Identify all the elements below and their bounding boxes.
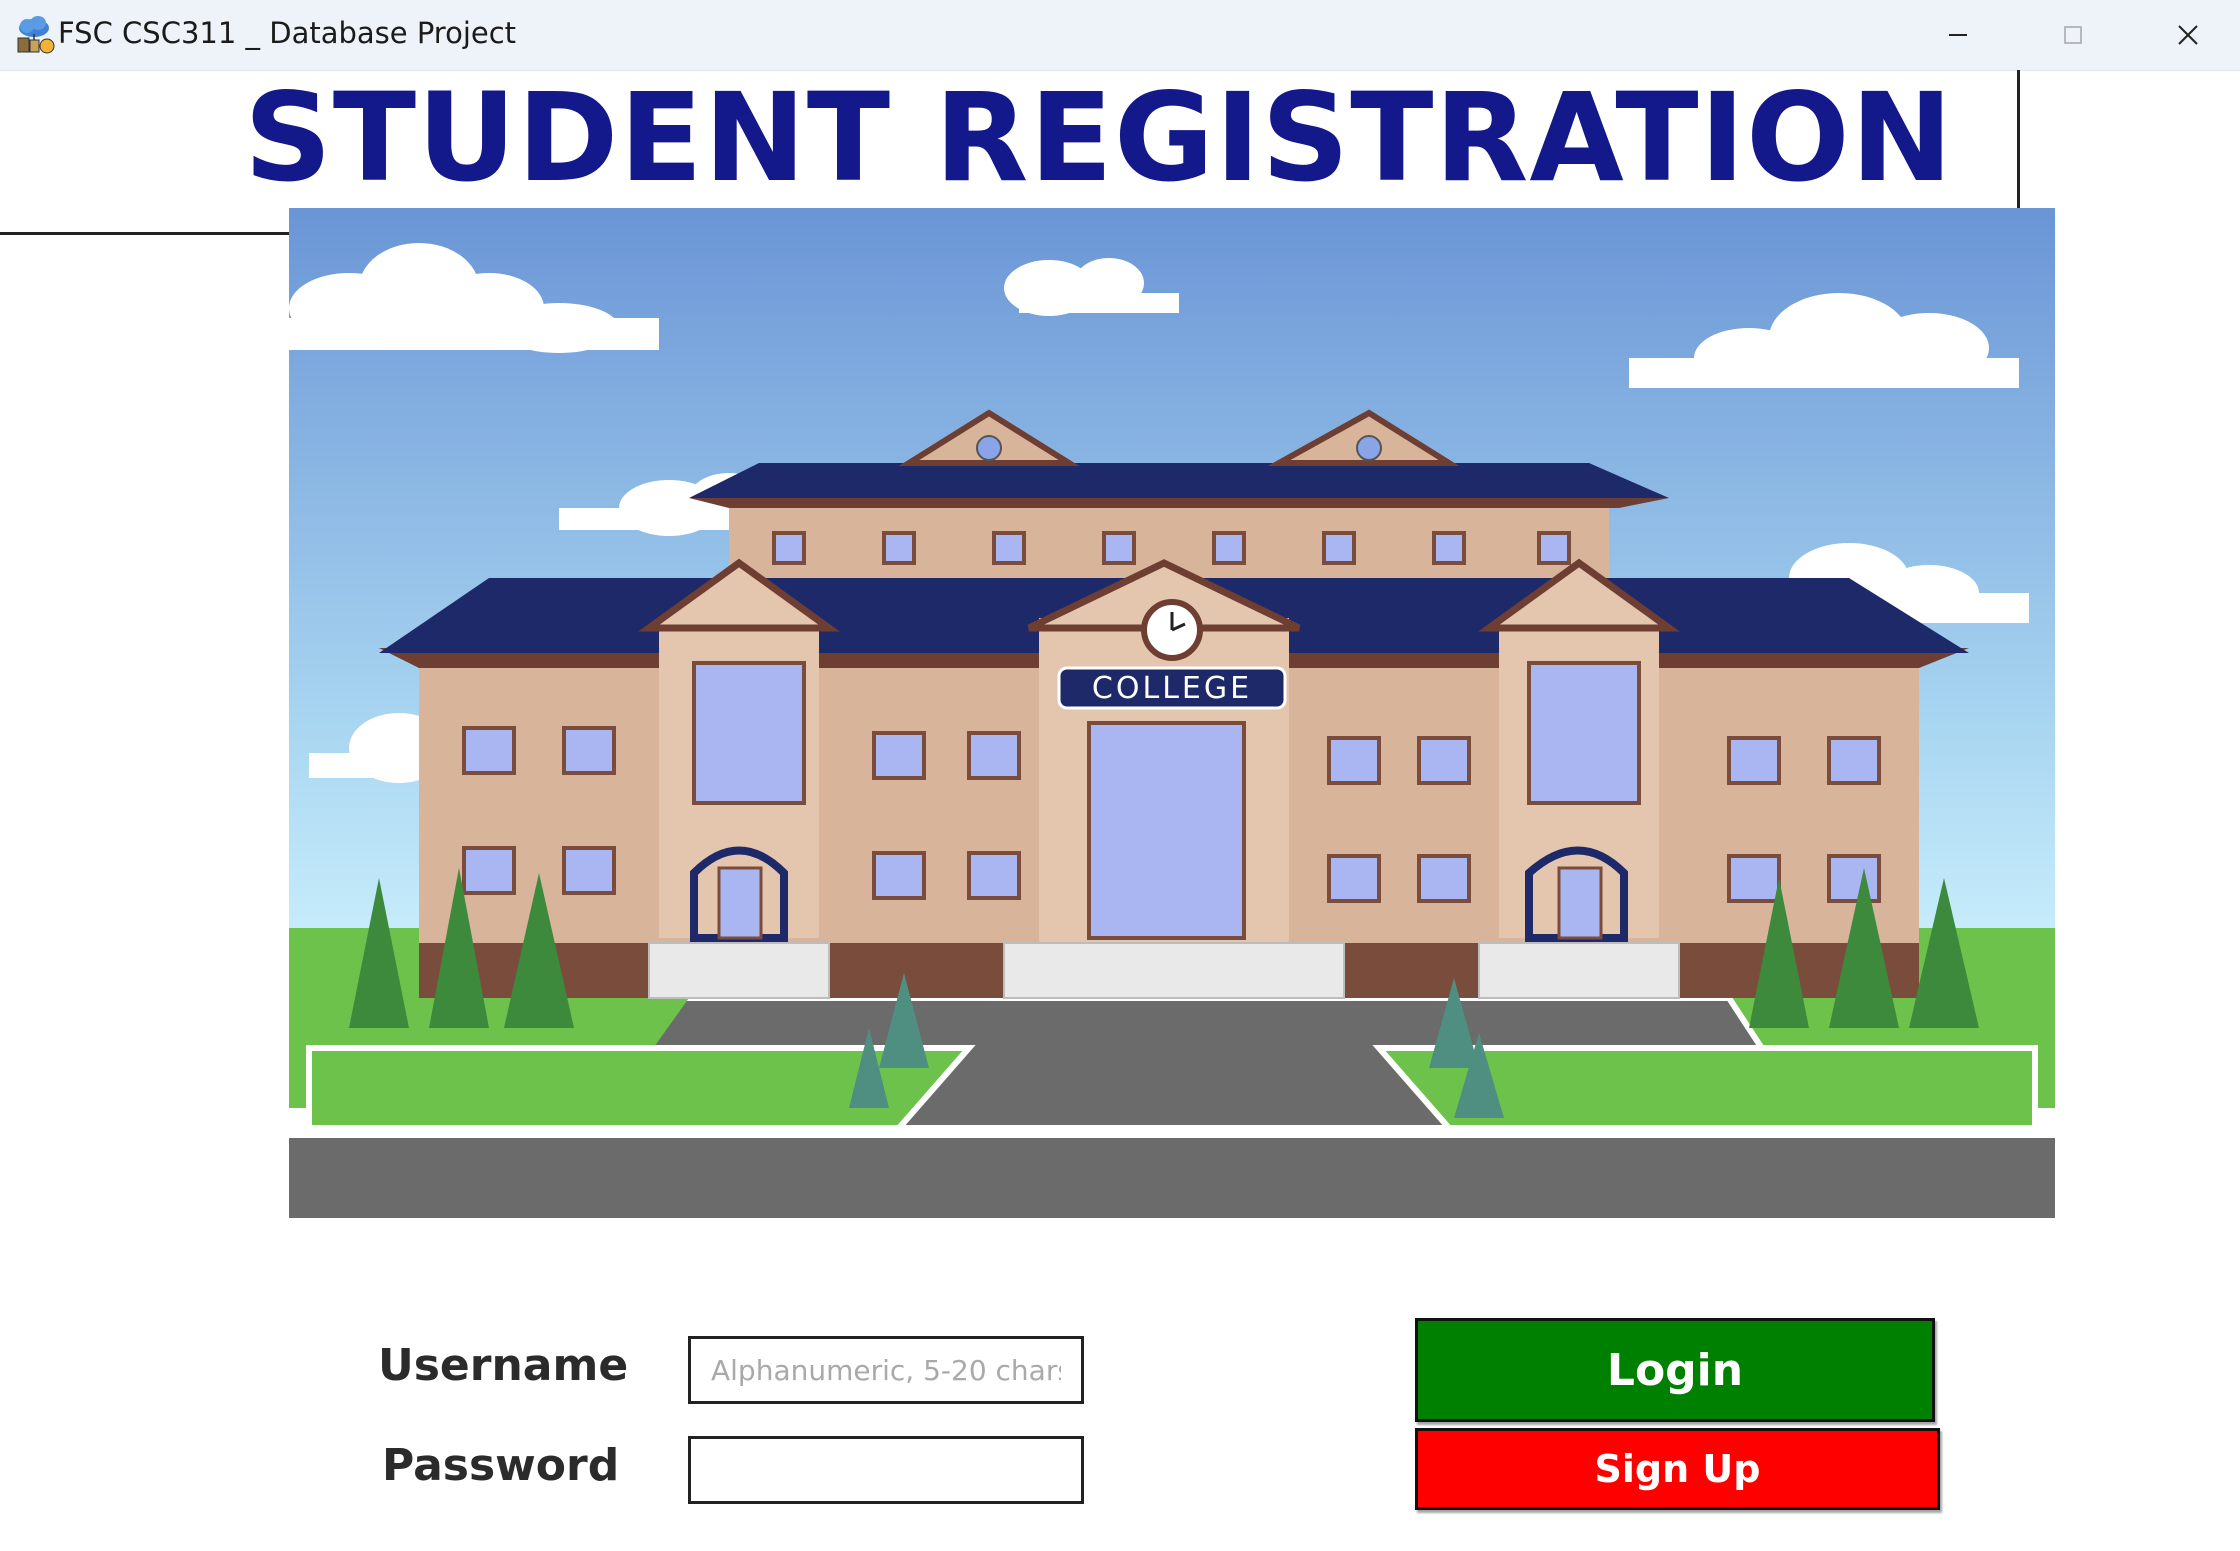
close-button[interactable] [2133,0,2240,70]
cloud-database-icon [17,16,55,54]
password-label: Password [382,1440,620,1491]
maximize-button[interactable] [2018,0,2128,70]
login-button[interactable]: Login [1415,1318,1935,1422]
divider-line [2017,70,2020,210]
page-title: STUDENT REGISTRATION [244,67,1954,209]
college-sign-text: COLLEGE [1092,671,1252,706]
username-label: Username [378,1340,629,1391]
password-input[interactable] [688,1436,1084,1504]
sign-up-button[interactable]: Sign Up [1415,1428,1940,1510]
username-input[interactable] [688,1336,1084,1404]
maximize-icon [2064,26,2082,44]
close-icon [2178,25,2198,45]
divider-line [0,232,290,235]
title-bar: FSC CSC311 _ Database Project [0,0,2240,71]
minimize-icon [1949,34,1967,36]
college-building-illustration: COLLEGE [289,208,2055,1218]
minimize-button[interactable] [1903,0,2013,70]
window-title: FSC CSC311 _ Database Project [58,16,517,50]
